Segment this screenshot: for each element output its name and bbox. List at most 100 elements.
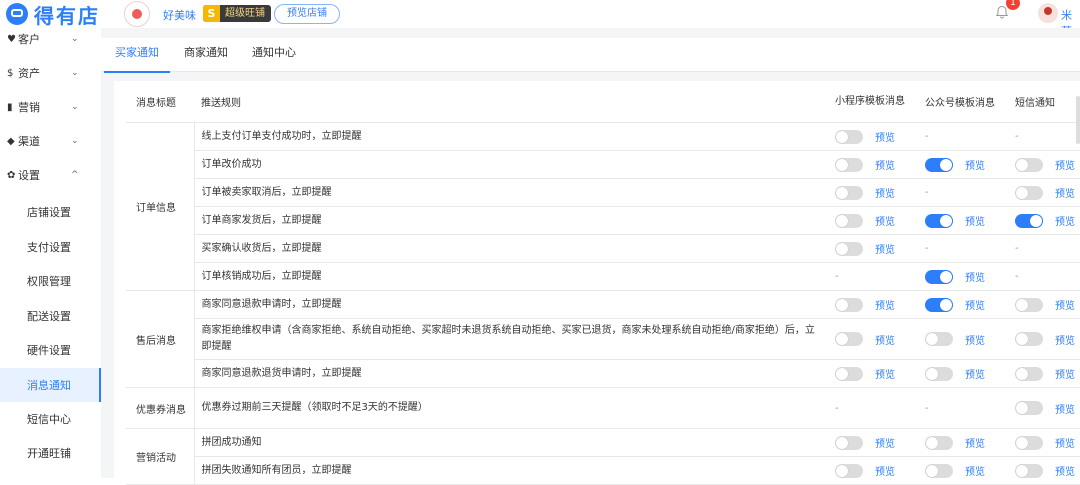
notification-toggle[interactable] xyxy=(1015,401,1043,415)
notification-toggle[interactable] xyxy=(835,463,863,478)
notification-toggle[interactable] xyxy=(1015,213,1043,228)
preview-link[interactable]: 预览 xyxy=(965,157,985,172)
preview-link[interactable]: 预览 xyxy=(965,332,985,347)
preview-link[interactable]: 预览 xyxy=(1055,332,1075,347)
user-avatar[interactable] xyxy=(1038,3,1058,23)
sidebar-item-label: 短信中心 xyxy=(27,413,71,426)
scrollbar[interactable] xyxy=(1076,96,1080,144)
preview-link[interactable]: 预览 xyxy=(1055,435,1075,450)
preview-link[interactable]: 预览 xyxy=(875,157,895,172)
notification-toggle[interactable] xyxy=(925,435,953,450)
notification-toggle[interactable] xyxy=(1015,157,1043,172)
preview-link[interactable]: 预览 xyxy=(875,129,895,144)
notification-toggle[interactable] xyxy=(1015,297,1043,312)
notification-toggle[interactable] xyxy=(1015,366,1043,381)
not-available-dash: - xyxy=(835,402,839,414)
preview-link[interactable]: 预览 xyxy=(965,297,985,312)
channel-controls: 预览 xyxy=(925,297,1015,312)
push-rule: 买家确认收货后，立即提醒 xyxy=(194,234,835,263)
sidebar-group-customer[interactable]: ♥ 客户 ⌄ xyxy=(0,22,101,56)
notification-toggle[interactable] xyxy=(925,157,953,172)
channel-cell-mini: 预览 xyxy=(835,290,925,319)
preview-link[interactable]: 预览 xyxy=(875,185,895,200)
channel-cell-mini: - xyxy=(835,262,925,291)
sidebar-item-payment-settings[interactable]: 支付设置 xyxy=(0,230,101,264)
sidebar-item-message-notifications[interactable]: 消息通知 xyxy=(0,368,101,402)
notification-toggle[interactable] xyxy=(835,332,863,346)
preview-link[interactable]: 预览 xyxy=(1055,185,1075,200)
notification-toggle[interactable] xyxy=(1015,435,1043,450)
notification-toggle[interactable] xyxy=(835,366,863,381)
channel-cell-mini: 预览 xyxy=(835,206,925,235)
preview-link[interactable]: 预览 xyxy=(1055,463,1075,478)
settings-icon: ✿ xyxy=(7,169,16,181)
preview-link[interactable]: 预览 xyxy=(875,463,895,478)
preview-link[interactable]: 预览 xyxy=(1055,401,1075,416)
preview-link[interactable]: 预览 xyxy=(875,241,895,256)
preview-link[interactable]: 预览 xyxy=(965,269,985,284)
preview-link[interactable]: 预览 xyxy=(965,435,985,450)
channel-controls: 预览 xyxy=(925,463,1015,478)
preview-link[interactable]: 预览 xyxy=(1055,297,1075,312)
sidebar-group-marketing[interactable]: ▮ 营销 ⌄ xyxy=(0,90,101,124)
channel-cell-mini: 预览 xyxy=(835,122,925,151)
notification-toggle[interactable] xyxy=(925,269,953,284)
notification-toggle[interactable] xyxy=(925,213,953,228)
table-row: 订单商家发货后，立即提醒 预览 预览 预览 xyxy=(126,206,1080,235)
sidebar-item-open-shop[interactable]: 开通旺铺 xyxy=(0,436,101,470)
preview-link[interactable]: 预览 xyxy=(875,435,895,450)
preview-link[interactable]: 预览 xyxy=(875,332,895,347)
preview-link[interactable]: 预览 xyxy=(965,463,985,478)
notification-toggle[interactable] xyxy=(1015,185,1043,200)
channel-controls: 预览 xyxy=(1015,332,1080,347)
sidebar-item-label: 店铺设置 xyxy=(27,206,71,219)
column-header-rule: 推送规则 xyxy=(194,81,835,123)
sidebar-group-channel[interactable]: ◆ 渠道 ⌄ xyxy=(0,124,101,158)
channel-controls: 预览 xyxy=(1015,185,1080,200)
sidebar-item-sms-center[interactable]: 短信中心 xyxy=(0,402,101,436)
notification-toggle[interactable] xyxy=(1015,332,1043,346)
sidebar-item-label: 权限管理 xyxy=(27,275,71,288)
channel-controls: 预览 xyxy=(835,213,925,228)
sidebar-item-hardware-settings[interactable]: 硬件设置 xyxy=(0,333,101,367)
channel-cell-sms: 预览 xyxy=(1015,456,1080,485)
notification-toggle[interactable] xyxy=(835,185,863,200)
notification-toggle[interactable] xyxy=(925,463,953,478)
notification-toggle[interactable] xyxy=(1015,463,1043,478)
notification-toggle[interactable] xyxy=(925,297,953,312)
shop-avatar[interactable] xyxy=(124,1,150,27)
preview-link[interactable]: 预览 xyxy=(965,213,985,228)
sidebar-group-label: 客户 xyxy=(18,33,40,46)
sidebar-group-settings[interactable]: ✿ 设置 ^ xyxy=(0,158,101,192)
channel-controls: 预览 xyxy=(925,435,1015,450)
tab-notification-center[interactable]: 通知中心 xyxy=(252,38,296,71)
preview-shop-button[interactable]: 预览店铺 xyxy=(274,4,340,24)
sidebar-item-permissions[interactable]: 权限管理 xyxy=(0,264,101,298)
notification-toggle[interactable] xyxy=(835,157,863,172)
tab-merchant-notifications[interactable]: 商家通知 xyxy=(184,38,228,71)
channel-cell-mini: 预览 xyxy=(835,456,925,485)
preview-link[interactable]: 预览 xyxy=(1055,366,1075,381)
notification-toggle[interactable] xyxy=(835,213,863,228)
preview-link[interactable]: 预览 xyxy=(875,297,895,312)
notification-toggle[interactable] xyxy=(835,241,863,256)
preview-link[interactable]: 预览 xyxy=(875,366,895,381)
preview-link[interactable]: 预览 xyxy=(1055,157,1075,172)
notification-toggle[interactable] xyxy=(835,297,863,312)
channel-controls: 预览 xyxy=(835,185,925,200)
sidebar-item-store-settings[interactable]: 店铺设置 xyxy=(0,195,101,229)
notification-toggle[interactable] xyxy=(835,129,863,144)
notification-toggle[interactable] xyxy=(925,332,953,346)
tab-buyer-notifications[interactable]: 买家通知 xyxy=(104,38,170,73)
preview-link[interactable]: 预览 xyxy=(875,213,895,228)
table-row: 营销活动 拼团成功通知 预览 预览 预览 xyxy=(126,428,1080,485)
sidebar-group-asset[interactable]: $ 资产 ⌄ xyxy=(0,56,101,90)
shop-name[interactable]: 好美味 xyxy=(163,7,196,23)
sidebar-group-label: 营销 xyxy=(18,101,40,114)
sidebar-item-delivery-settings[interactable]: 配送设置 xyxy=(0,299,101,333)
notification-toggle[interactable] xyxy=(835,435,863,450)
notification-toggle[interactable] xyxy=(925,366,953,381)
preview-link[interactable]: 预览 xyxy=(1055,213,1075,228)
preview-link[interactable]: 预览 xyxy=(965,366,985,381)
vip-badge: S 超级旺铺 xyxy=(203,5,271,22)
